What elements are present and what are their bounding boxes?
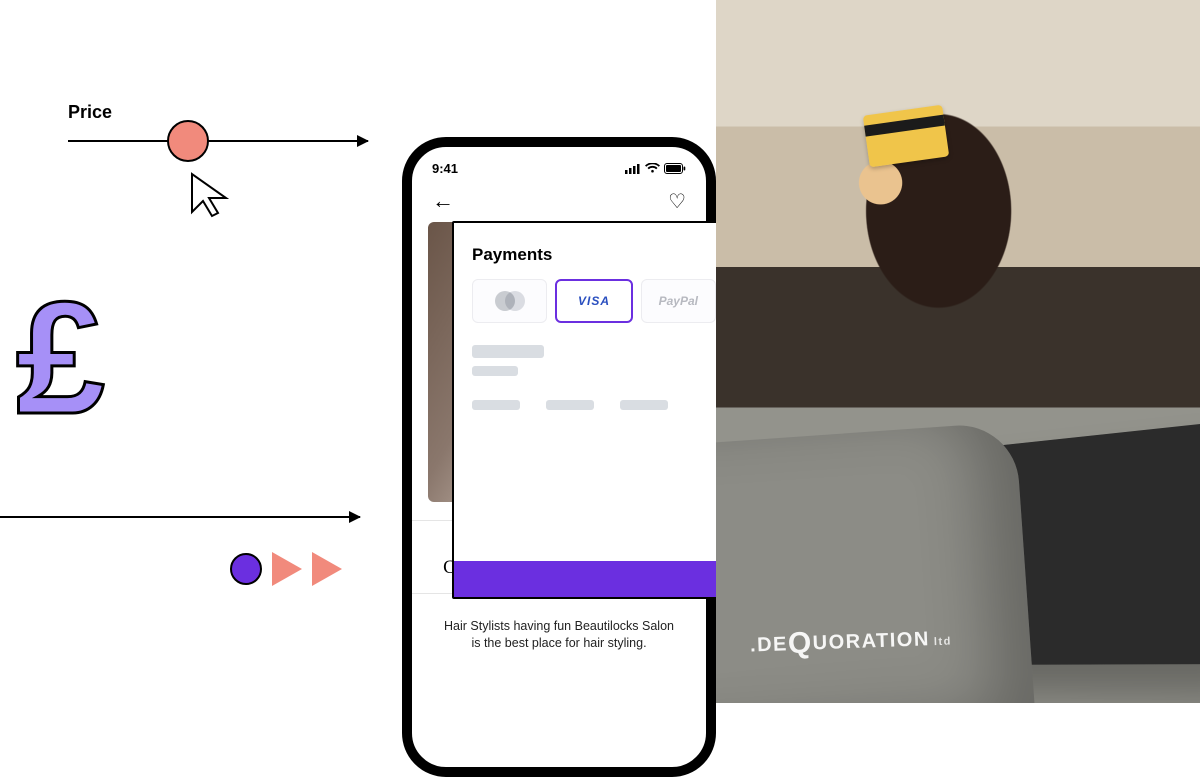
form-skeleton [472,345,716,410]
payments-title: Payments [472,245,716,265]
payment-option-visa[interactable]: VISA [555,279,632,323]
skeleton-line [546,400,594,410]
skeleton-line [620,400,668,410]
cellular-icon [625,164,641,174]
primary-cta-button[interactable] [454,561,734,597]
payments-card: Payments VISA PayPal [452,221,736,599]
visa-icon: VISA [578,294,610,308]
pound-icon: £ [16,278,105,438]
lifestyle-photo: .DEQUORATIONltd [716,0,1200,703]
listing-description: Hair Stylists having fun Beautilocks Sal… [412,604,706,652]
payment-method-row: VISA PayPal [472,279,716,323]
play-triangle-icon [272,552,302,586]
cursor-icon [188,170,234,220]
heart-icon[interactable]: ♡ [668,189,686,214]
price-label: Price [68,102,112,123]
price-axis-arrow [68,140,368,142]
shape-row [230,552,342,586]
paypal-icon: PayPal [659,294,698,308]
back-icon[interactable]: ← [432,188,454,214]
status-bar: 9:41 [412,147,706,184]
skeleton-line [472,366,518,376]
mastercard-icon [495,291,525,311]
play-triangle-icon [312,552,342,586]
price-slider-handle-icon[interactable] [167,120,209,162]
wifi-icon [645,163,660,174]
purple-circle-icon [230,553,262,585]
lower-axis-arrow [0,516,360,518]
phone-nav: ← ♡ [412,184,706,222]
skeleton-line [472,400,520,410]
skeleton-line [472,345,544,358]
illustration-panel: Price £ [0,0,390,703]
status-time: 9:41 [432,161,458,176]
credit-card-icon [863,105,949,168]
status-icons [625,163,686,174]
bag-brand-text: .DEQUORATIONltd [749,621,952,662]
battery-icon [664,163,686,174]
payment-option-paypal[interactable]: PayPal [641,279,716,323]
payment-option-mastercard[interactable] [472,279,547,323]
